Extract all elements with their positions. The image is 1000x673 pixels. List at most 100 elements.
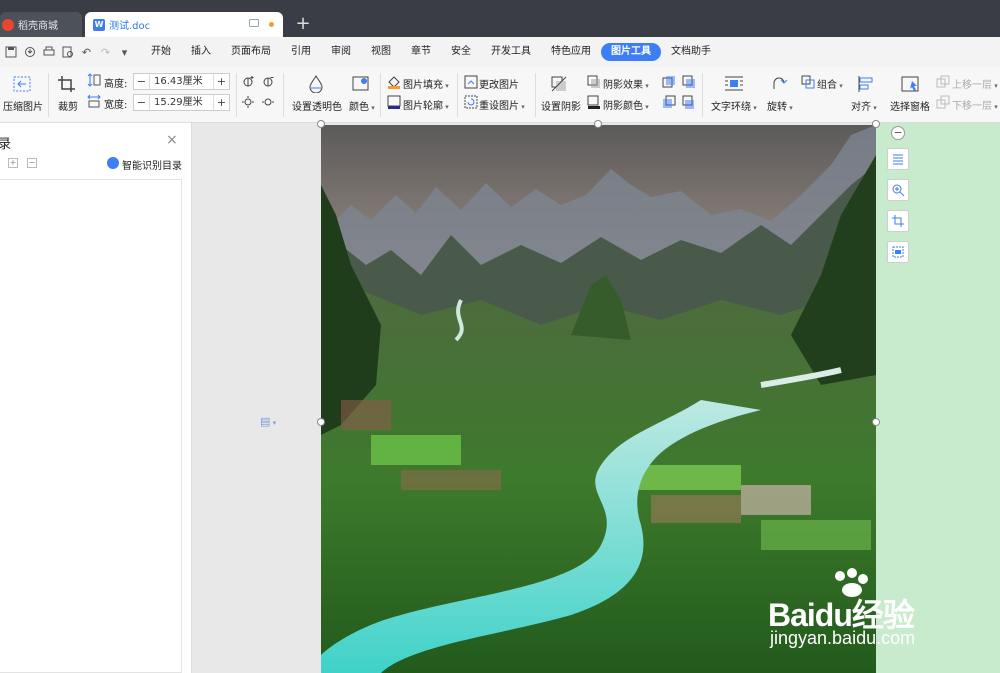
align-button[interactable]: 对齐 ▾	[851, 98, 877, 113]
height-increase-button[interactable]: +	[214, 75, 229, 88]
resize-handle-top[interactable]	[594, 120, 602, 128]
customize-quick-access-icon[interactable]: ▾	[116, 44, 133, 60]
height-stepper[interactable]: − 16.43厘米 +	[133, 73, 230, 90]
resize-handle-left[interactable]	[317, 418, 325, 426]
change-picture-icon[interactable]	[464, 75, 478, 89]
compress-picture-icon[interactable]	[12, 75, 32, 93]
decrease-contrast-icon[interactable]	[262, 75, 275, 88]
text-wrap-button[interactable]: 文字环绕 ▾	[711, 98, 757, 113]
group-icon[interactable]	[801, 75, 815, 89]
color-button[interactable]: 颜色 ▾	[349, 98, 375, 113]
compress-picture-button[interactable]: 压缩图片	[3, 98, 43, 113]
menu-security[interactable]: 安全	[441, 43, 481, 61]
resize-handle-top-left[interactable]	[317, 120, 325, 128]
selection-pane-icon[interactable]	[900, 75, 920, 93]
resize-handle-right[interactable]	[872, 418, 880, 426]
send-backward-icon[interactable]	[936, 95, 950, 109]
selection-pane-button[interactable]: 选择窗格	[890, 98, 930, 113]
rotate-icon[interactable]	[770, 75, 790, 93]
decrease-brightness-icon[interactable]	[262, 95, 275, 108]
set-transparent-color-button[interactable]: 设置透明色	[292, 98, 342, 113]
expand-all-icon[interactable]: +	[8, 158, 18, 168]
resize-handle-top-right[interactable]	[872, 120, 880, 128]
group-button[interactable]: 组合 ▾	[817, 76, 843, 91]
watermark-url: jingyan.baidu.com	[770, 628, 916, 648]
rotate-button[interactable]: 旋转 ▾	[767, 98, 793, 113]
menu-special-apps[interactable]: 特色应用	[541, 43, 601, 61]
height-decrease-button[interactable]: −	[134, 75, 149, 88]
layout-options-icon[interactable]	[887, 148, 909, 170]
menu-home[interactable]: 开始	[141, 43, 181, 61]
height-icon	[87, 73, 101, 87]
text-wrap-icon[interactable]	[724, 75, 744, 93]
set-shadow-button[interactable]: 设置阴影	[541, 98, 581, 113]
reset-picture-button[interactable]: 重设图片 ▾	[479, 97, 525, 112]
smart-toc-button[interactable]: 智能识别目录	[122, 157, 182, 172]
collapse-toolbar-icon[interactable]: −	[891, 126, 905, 140]
menu-references[interactable]: 引用	[281, 43, 321, 61]
print-preview-icon[interactable]	[59, 44, 76, 60]
picture-fill-button[interactable]: 图片填充 ▾	[403, 76, 449, 91]
word-doc-icon: W	[93, 18, 105, 31]
height-label: 高度:	[104, 79, 128, 90]
tab-label: 测试.doc	[109, 21, 151, 32]
picture-fill-icon[interactable]	[387, 75, 401, 89]
menu-insert[interactable]: 插入	[181, 43, 221, 61]
shadow-color-icon[interactable]	[587, 95, 601, 109]
shadow-nudge-right-icon[interactable]	[682, 75, 696, 89]
monitor-icon[interactable]	[249, 19, 259, 27]
toc-list	[0, 179, 182, 673]
change-picture-button[interactable]: 更改图片	[479, 76, 519, 91]
export-icon[interactable]	[21, 44, 38, 60]
width-label: 宽度:	[104, 100, 128, 111]
bring-forward-icon[interactable]	[936, 75, 950, 89]
zoom-in-icon[interactable]	[887, 179, 909, 201]
picture-effects-icon[interactable]	[887, 241, 909, 263]
width-decrease-button[interactable]: −	[134, 96, 149, 109]
width-stepper[interactable]: − 15.29厘米 +	[133, 94, 230, 111]
shadow-effect-icon[interactable]	[587, 75, 601, 89]
undo-icon[interactable]: ↶	[78, 44, 95, 60]
send-backward-button[interactable]: 下移一层 ▾	[952, 97, 998, 112]
menu-doc-assistant[interactable]: 文档助手	[661, 43, 721, 61]
bring-forward-button[interactable]: 上移一层 ▾	[952, 76, 998, 91]
transparent-color-icon[interactable]	[306, 75, 326, 94]
crop-icon[interactable]	[57, 75, 77, 93]
picture-outline-icon[interactable]	[387, 95, 401, 109]
width-icon	[87, 94, 101, 108]
new-tab-button[interactable]: +	[292, 13, 314, 35]
shadow-nudge-up-icon[interactable]	[662, 75, 676, 89]
picture-outline-button[interactable]: 图片轮廓 ▾	[403, 97, 449, 112]
print-icon[interactable]	[40, 44, 57, 60]
tab-docer-store[interactable]: 稻壳商城	[0, 12, 82, 37]
paste-options-icon[interactable]: ▤ ▾	[260, 415, 276, 428]
close-pane-icon[interactable]: ×	[166, 132, 178, 148]
collapse-all-icon[interactable]: −	[27, 158, 37, 168]
save-icon[interactable]	[2, 44, 19, 60]
shadow-nudge-down-icon[interactable]	[682, 95, 696, 109]
increase-contrast-icon[interactable]	[242, 75, 255, 88]
align-icon[interactable]	[857, 75, 877, 93]
reset-picture-icon[interactable]	[464, 95, 478, 109]
menu-view[interactable]: 视图	[361, 43, 401, 61]
width-increase-button[interactable]: +	[214, 96, 229, 109]
increase-brightness-icon[interactable]	[242, 95, 255, 108]
picture-color-icon[interactable]	[351, 75, 371, 93]
shadow-icon[interactable]	[550, 75, 570, 93]
menu-section[interactable]: 章节	[401, 43, 441, 61]
smart-toc-icon	[107, 157, 119, 169]
nav-pane-title: 录	[0, 137, 12, 152]
menu-review[interactable]: 审阅	[321, 43, 361, 61]
menu-picture-tools[interactable]: 图片工具	[601, 43, 661, 61]
crop-tool-icon[interactable]	[887, 210, 909, 232]
menu-page-layout[interactable]: 页面布局	[221, 43, 281, 61]
tab-document[interactable]: W 测试.doc	[85, 12, 283, 37]
shadow-nudge-left-icon[interactable]	[662, 95, 676, 109]
menu-developer[interactable]: 开发工具	[481, 43, 541, 61]
redo-icon[interactable]: ↷	[97, 44, 114, 60]
shadow-color-button[interactable]: 阴影颜色 ▾	[603, 97, 649, 112]
shadow-effect-button[interactable]: 阴影效果 ▾	[603, 76, 649, 91]
width-input[interactable]: 15.29厘米	[149, 95, 214, 110]
height-input[interactable]: 16.43厘米	[149, 74, 214, 89]
crop-button[interactable]: 裁剪	[58, 98, 78, 113]
